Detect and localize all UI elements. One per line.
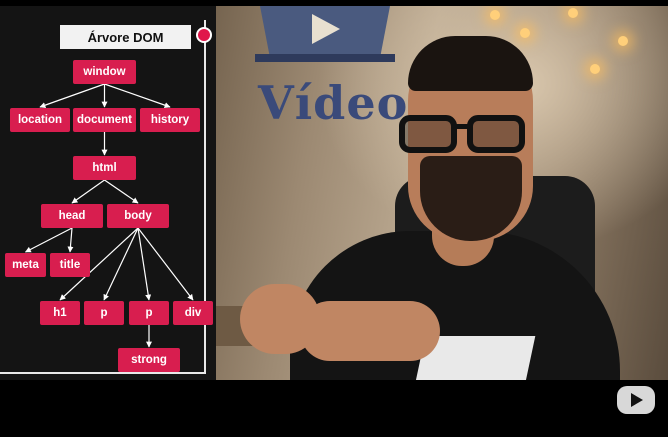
node-window: window <box>73 60 136 84</box>
person-hand-right <box>300 301 440 361</box>
node-html: html <box>73 156 136 180</box>
glasses <box>399 115 525 153</box>
edge-body-p2 <box>137 227 152 301</box>
lamp-light <box>490 10 500 20</box>
node-document: document <box>73 108 136 132</box>
node-history: history <box>140 108 200 132</box>
edge-head-title <box>67 227 74 253</box>
node-title: title <box>50 253 90 277</box>
node-head: head <box>41 204 103 228</box>
edge-window-location <box>39 83 105 109</box>
node-location: location <box>10 108 70 132</box>
node-p-1: p <box>84 301 124 325</box>
lamp-light <box>520 28 530 38</box>
node-div: div <box>173 301 213 325</box>
logo-play-icon <box>255 6 395 62</box>
edge-head-meta <box>24 227 73 253</box>
bottom-letterbox <box>0 380 668 437</box>
logo-text: Vídeo <box>258 76 409 130</box>
edge-html-body <box>104 179 139 204</box>
lamp-light <box>568 8 578 18</box>
edge-window-history <box>104 83 171 109</box>
node-h1: h1 <box>40 301 80 325</box>
node-meta: meta <box>5 253 46 277</box>
edge-body-p1 <box>103 227 139 301</box>
diagram-title: Árvore DOM <box>60 25 191 49</box>
node-p-2: p <box>129 301 169 325</box>
edge-html-head <box>71 179 105 204</box>
node-strong: strong <box>118 348 180 372</box>
edge-body-div <box>137 227 194 301</box>
record-dot-icon <box>198 29 210 41</box>
lamp-light <box>590 64 600 74</box>
play-logo-icon[interactable] <box>616 384 656 416</box>
node-body: body <box>107 204 169 228</box>
lamp-light <box>618 36 628 46</box>
